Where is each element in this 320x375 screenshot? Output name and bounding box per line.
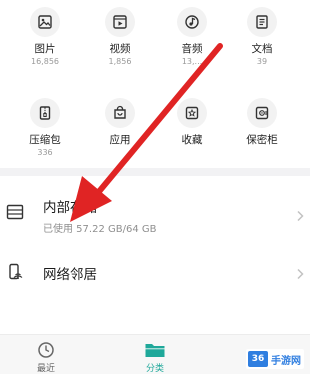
music-icon	[177, 7, 207, 37]
category-label: 文档	[251, 43, 273, 55]
folder-icon	[144, 344, 166, 363]
image-icon	[30, 7, 60, 37]
category-apps[interactable]: 应用	[90, 98, 150, 148]
internal-storage-title: 内部存储	[43, 200, 97, 216]
category-safe[interactable]: 保密柜	[232, 98, 292, 148]
site-watermark: 36 手游网	[246, 349, 304, 369]
network-neighbors-title: 网络邻居	[43, 267, 97, 283]
storage-icon	[6, 204, 24, 224]
tab-label: 分类	[145, 364, 164, 374]
section-divider	[0, 168, 310, 176]
storage-list: 内部存储 已使用 57.22 GB/64 GB 网络邻居	[0, 176, 310, 334]
category-count: 13,...	[181, 57, 203, 66]
document-icon	[247, 7, 277, 37]
category-label: 收藏	[181, 134, 203, 146]
category-audio[interactable]: 音频 13,...	[162, 7, 222, 67]
category-documents[interactable]: 文档 39	[232, 7, 292, 67]
chevron-right-icon	[296, 265, 304, 284]
tab-recent[interactable]: 最近	[16, 341, 76, 375]
category-images[interactable]: 图片 16,856	[15, 7, 75, 67]
category-count: 336	[37, 148, 53, 157]
favorite-icon	[177, 98, 207, 128]
watermark-logo: 36	[248, 351, 268, 367]
category-videos[interactable]: 视频 1,856	[90, 7, 150, 67]
network-device-icon	[6, 263, 24, 285]
category-count: 1,856	[108, 57, 132, 66]
safe-icon	[247, 98, 277, 128]
category-favorites[interactable]: 收藏	[162, 98, 222, 148]
category-label: 音频	[181, 43, 203, 55]
archive-icon	[30, 98, 60, 128]
category-archives[interactable]: 压缩包 336	[15, 98, 75, 158]
internal-storage-row[interactable]: 内部存储 已使用 57.22 GB/64 GB	[0, 176, 310, 246]
chevron-right-icon	[296, 207, 304, 226]
clock-icon	[37, 342, 55, 363]
category-count: 39	[256, 57, 268, 66]
internal-storage-usage: 已使用 57.22 GB/64 GB	[43, 224, 157, 235]
category-label: 应用	[109, 134, 131, 146]
category-grid: 图片 16,856 视频 1,856 音频 13,... 文档 39 压缩包 3…	[0, 0, 310, 168]
network-neighbors-row[interactable]: 网络邻居	[0, 246, 310, 296]
category-count: 16,856	[31, 57, 59, 66]
category-label: 压缩包	[29, 134, 61, 146]
watermark-text: 手游网	[271, 355, 301, 367]
tab-label: 最近	[36, 364, 55, 374]
app-icon	[105, 98, 135, 128]
video-icon	[105, 7, 135, 37]
category-label: 保密柜	[246, 134, 278, 146]
category-label: 图片	[34, 43, 56, 55]
tab-categories[interactable]: 分类	[125, 341, 185, 375]
category-label: 视频	[109, 43, 131, 55]
